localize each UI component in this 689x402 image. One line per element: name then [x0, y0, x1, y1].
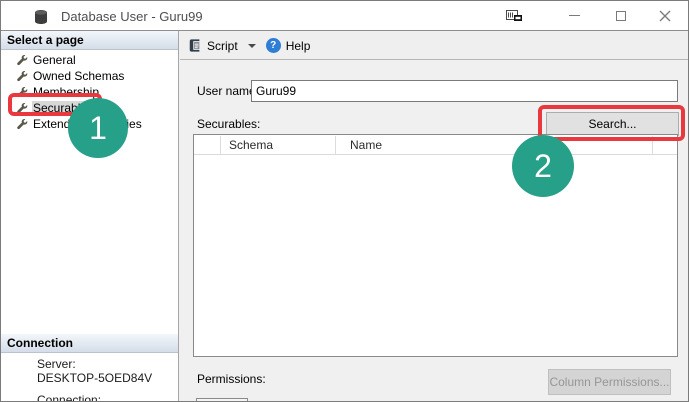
window-title: Database User - Guru99 [61, 9, 203, 24]
connection-header: Connection [1, 334, 178, 353]
help-button[interactable]: ? Help [262, 35, 315, 56]
permissions-tab-partial[interactable] [196, 398, 248, 402]
close-button[interactable] [648, 1, 682, 30]
minimize-icon [569, 15, 580, 16]
sidebar: Select a page General Owned Schemas Memb… [1, 31, 179, 402]
minimize-button[interactable] [557, 1, 591, 30]
user-name-label: User name: [197, 84, 259, 98]
script-label: Script [207, 39, 238, 53]
maximize-button[interactable] [604, 1, 638, 30]
database-user-dialog: Database User - Guru99 Select a page Gen [0, 0, 689, 402]
name-column-header[interactable]: Name [350, 138, 382, 152]
sidebar-item-owned-schemas[interactable]: Owned Schemas [1, 68, 179, 84]
server-label: Server: [37, 357, 76, 371]
server-name: DESKTOP-5OED84V [37, 371, 152, 385]
step1-badge: 1 [68, 98, 128, 158]
column-separator[interactable] [220, 136, 221, 154]
chevron-down-icon[interactable] [248, 44, 256, 48]
toolbar: Script ? Help [180, 32, 688, 60]
connection-label: Connection: [37, 393, 101, 402]
cascade-windows-glyph [505, 8, 524, 24]
select-a-page-header: Select a page [1, 31, 178, 50]
step2-highlight-box [538, 105, 685, 141]
help-label: Help [286, 39, 311, 53]
script-button[interactable]: Script [180, 35, 242, 56]
user-name-input[interactable] [251, 80, 678, 102]
column-separator[interactable] [335, 136, 336, 154]
permissions-label: Permissions: [197, 372, 266, 386]
wrench-icon [17, 71, 28, 82]
schema-column-header[interactable]: Schema [229, 138, 273, 152]
help-icon: ? [266, 38, 281, 53]
securables-table[interactable]: Schema Name [193, 134, 678, 357]
cascade-windows-icon[interactable] [497, 1, 531, 30]
close-icon [659, 10, 671, 22]
column-permissions-button[interactable]: Column Permissions... [548, 369, 671, 395]
step2-badge: 2 [512, 135, 574, 197]
wrench-icon [17, 119, 28, 130]
sidebar-item-label: General [32, 53, 79, 68]
sidebar-item-label: Owned Schemas [32, 69, 127, 84]
database-icon [33, 9, 49, 25]
sidebar-item-general[interactable]: General [1, 52, 179, 68]
title-bar: Database User - Guru99 [1, 1, 688, 31]
script-icon [188, 38, 202, 53]
maximize-icon [616, 11, 626, 21]
wrench-icon [17, 55, 28, 66]
securables-label: Securables: [197, 117, 260, 131]
